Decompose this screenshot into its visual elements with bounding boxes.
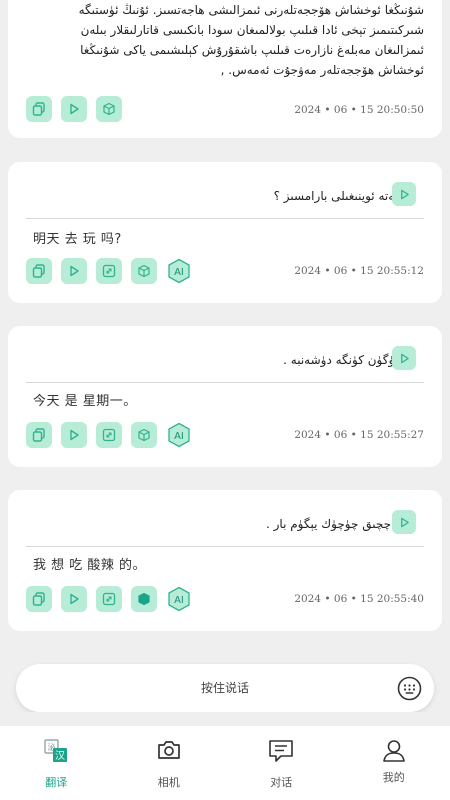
play-icon [400,353,409,363]
translated-text: ئەتە ئوينىغىلى بارامسىز ؟ [273,189,398,203]
source-text: 明天 去 玩 吗? [33,232,122,247]
tab-label: 我的 [382,771,405,784]
tab-profile[interactable]: 我的 [338,726,450,800]
play-icon [70,265,79,277]
expand-button[interactable] [96,258,122,284]
chat-icon [269,740,294,762]
copy-button[interactable] [26,586,52,612]
hold-to-talk-button[interactable]: 按住说话 [16,664,434,712]
play-translation-button[interactable] [392,346,416,370]
svg-text:AI: AI [174,595,184,606]
ai-button[interactable]: AI [166,586,192,612]
separator [0,712,450,726]
translation-card: ئەتە ئوينىغىلى بارامسىز ؟ 明天 去 玩 吗? AI 2… [8,162,442,303]
tab-label: 对话 [270,776,293,789]
translation-card: ئاچچىق چۈچۈك يېگۈم بار . 我 想 吃 酸辣 的。 AI … [8,490,442,631]
play-button[interactable] [61,96,87,122]
play-button[interactable] [61,422,87,448]
hold-to-talk-label: 按住说话 [200,681,249,695]
card-actions: AI [26,258,192,284]
ai-hexagon-icon: AI [168,586,190,612]
play-icon [400,517,409,527]
play-button[interactable] [61,258,87,284]
copy-button[interactable] [26,258,52,284]
cube-filled-icon [138,592,150,606]
divider [26,382,424,383]
copy-button[interactable] [26,96,52,122]
copy-button[interactable] [26,422,52,448]
ai-button[interactable]: AI [166,422,192,448]
cube-icon [103,102,115,116]
expand-icon [102,592,116,606]
expand-button[interactable] [96,586,122,612]
keyboard-icon [397,676,422,701]
source-text: 今天 是 星期一。 [33,394,137,409]
favorite-box-button-active[interactable] [131,586,157,612]
play-icon [70,593,79,605]
card-actions [26,96,122,122]
play-icon [70,429,79,441]
camera-icon [157,741,180,759]
timestamp: 2024 • 06 • 15 20:55:40 [294,593,424,605]
play-icon [70,103,79,115]
tab-translate[interactable]: 泌 汉 翻译 [0,726,113,800]
tab-camera[interactable]: 相机 [113,726,226,800]
divider [26,218,424,219]
divider [26,546,424,547]
svg-text:汉: 汉 [55,750,65,762]
expand-icon [102,428,116,442]
expand-button[interactable] [96,422,122,448]
tab-label: 相机 [157,776,180,789]
cube-icon [138,428,150,442]
translation-card: بۈگۈن كۈنگە دۈشەنبە . 今天 是 星期一。 AI 2024 … [8,326,442,467]
translate-icon: 泌 汉 [44,739,68,762]
card-actions: AI [26,422,192,448]
tab-chat[interactable]: 对话 [225,726,338,800]
expand-icon [102,264,116,278]
timestamp: 2024 • 06 • 15 20:55:27 [294,429,424,441]
play-translation-button[interactable] [392,510,416,534]
play-button[interactable] [61,586,87,612]
favorite-box-button[interactable] [131,422,157,448]
cube-icon [138,264,150,278]
ai-hexagon-icon: AI [168,258,190,284]
timestamp: 2024 • 06 • 15 20:50:50 [294,104,424,116]
timestamp: 2024 • 06 • 15 20:55:12 [294,265,424,277]
translation-card: شۇنىڭغا ئوخشاش ھۆججەتلەرنى ئىمزالىشى ھاج… [8,0,442,138]
keyboard-toggle-button[interactable] [397,676,422,705]
tab-label: 翻译 [45,776,68,789]
translated-text: شۇنىڭغا ئوخشاش ھۆججەتلەرنى ئىمزالىشى ھاج… [78,3,424,77]
svg-text:AI: AI [174,267,184,278]
card-actions: AI [26,586,192,612]
user-icon [382,740,405,762]
translated-text: ئاچچىق چۈچۈك يېگۈم بار . [266,517,398,531]
ai-hexagon-icon: AI [168,422,190,448]
favorite-box-button[interactable] [131,258,157,284]
copy-icon [32,428,45,442]
translated-text: بۈگۈن كۈنگە دۈشەنبە . [283,353,398,367]
ai-button[interactable]: AI [166,258,192,284]
copy-icon [32,592,45,606]
play-translation-button[interactable] [392,182,416,206]
copy-icon [32,264,45,278]
favorite-box-button[interactable] [96,96,122,122]
bottom-tab-bar: 泌 汉 翻译 相机 对话 我的 [0,726,450,800]
source-text: 我 想 吃 酸辣 的。 [33,558,147,573]
svg-text:AI: AI [174,431,184,442]
play-icon [400,189,409,199]
copy-icon [32,102,45,116]
